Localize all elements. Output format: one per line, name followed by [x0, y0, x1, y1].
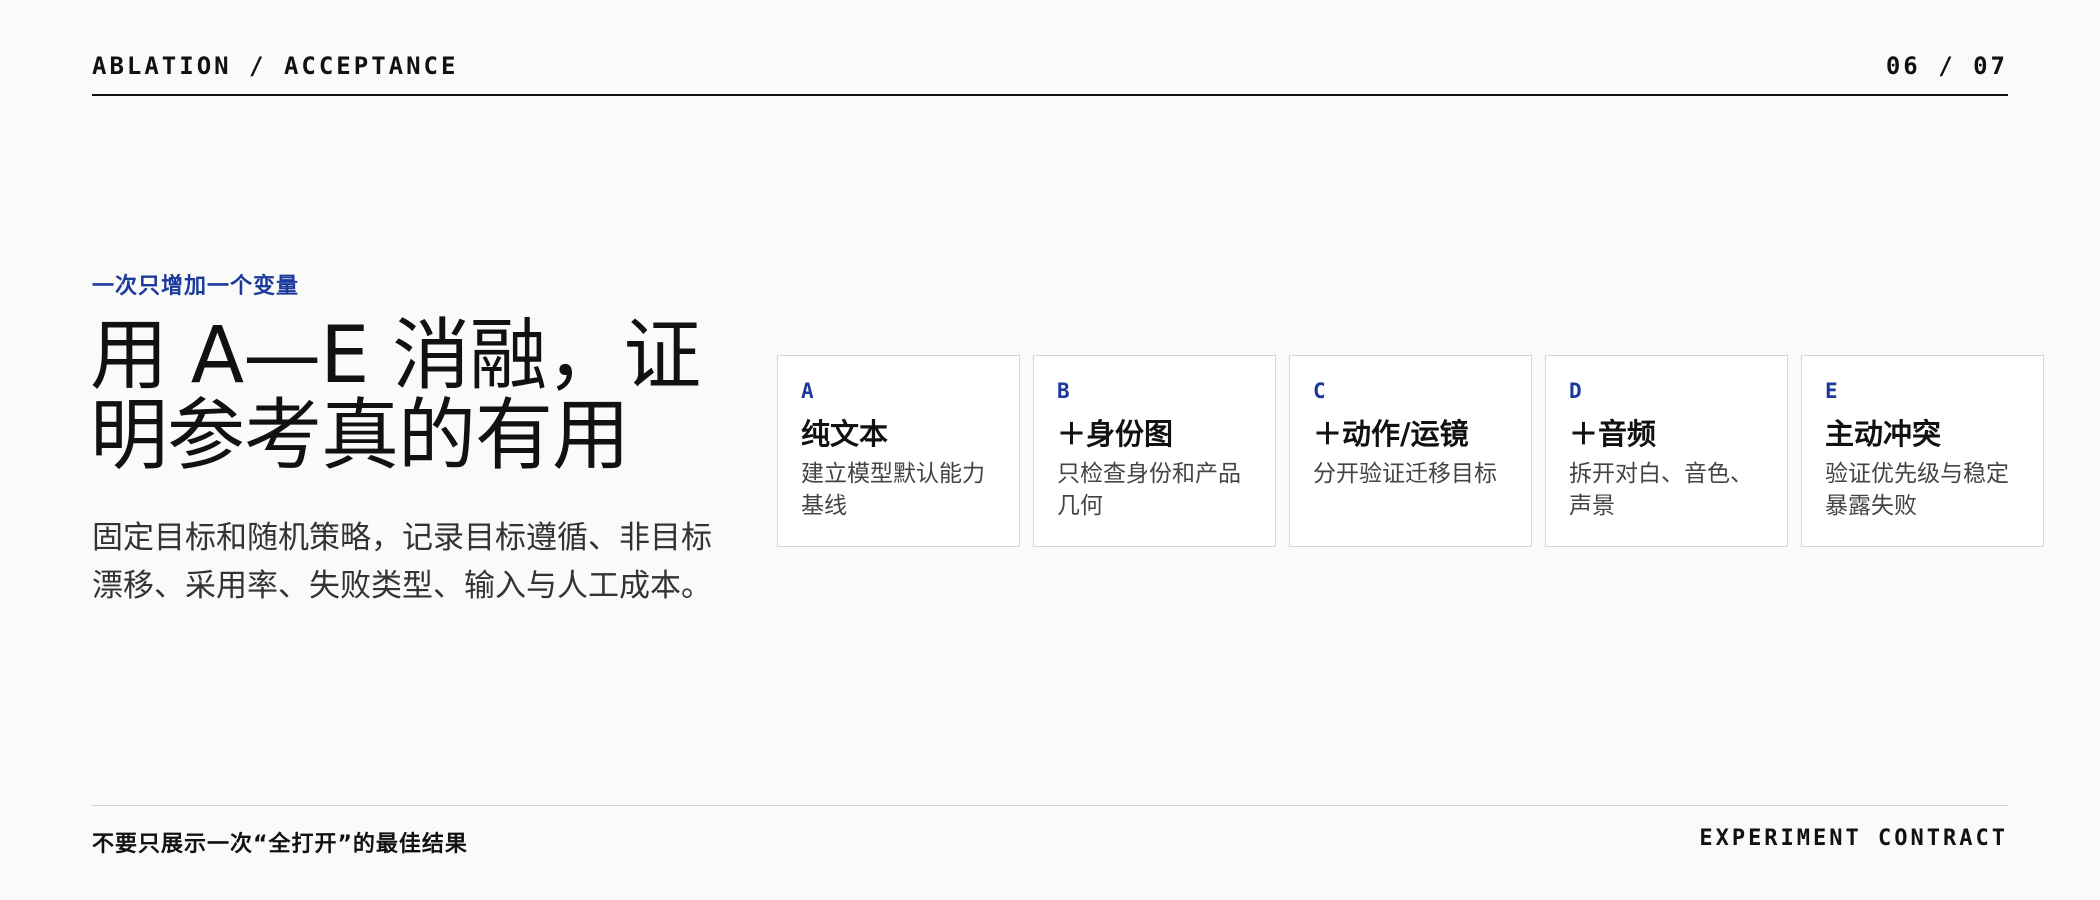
footer-contract-label: EXPERIMENT CONTRACT: [1699, 826, 2008, 851]
lede-paragraph: 固定目标和随机策略，记录目标遵循、非目标漂移、采用率、失败类型、输入与人工成本。: [92, 520, 712, 604]
card-description: 只检查身份和产品几何: [1057, 461, 1241, 519]
card-title: 纯文本: [801, 417, 889, 451]
card-title: ＋动作/运镜: [1313, 417, 1469, 451]
card-title: 主动冲突: [1825, 417, 1942, 451]
card-description: 建立模型默认能力基线: [801, 461, 985, 519]
slide-header: ABLATION / ACCEPTANCE 06 / 07: [92, 50, 2008, 96]
page-title-line-2: 明参考真的有用: [90, 391, 630, 481]
card-title: ＋音频: [1569, 417, 1657, 451]
kicker-label: 一次只增加一个变量: [92, 274, 300, 299]
ablation-card-d: D ＋音频 拆开对白、音色、声景: [1545, 355, 1788, 547]
card-letter: A: [801, 379, 814, 403]
card-letter: B: [1057, 379, 1070, 403]
card-title: ＋身份图: [1057, 417, 1174, 451]
card-letter: E: [1825, 379, 1838, 403]
ablation-cards: A 纯文本 建立模型默认能力基线 B ＋身份图 只检查身份和产品几何 C ＋动作…: [777, 355, 2044, 547]
ablation-card-b: B ＋身份图 只检查身份和产品几何: [1033, 355, 1276, 547]
page-indicator: 06 / 07: [1885, 52, 2008, 80]
ablation-card-a: A 纯文本 建立模型默认能力基线: [777, 355, 1020, 547]
card-letter: D: [1569, 379, 1582, 403]
footer-note: 不要只展示一次“全打开”的最佳结果: [92, 832, 468, 857]
card-letter: C: [1313, 379, 1326, 403]
ablation-card-c: C ＋动作/运镜 分开验证迁移目标: [1289, 355, 1532, 547]
page-title: 用 A—E 消融，证 明参考真的有用: [90, 316, 730, 476]
section-eyebrow: ABLATION / ACCEPTANCE: [92, 52, 459, 80]
card-description: 拆开对白、音色、声景: [1569, 461, 1753, 519]
ablation-card-e: E 主动冲突 验证优先级与稳定暴露失败: [1801, 355, 2044, 547]
card-description: 验证优先级与稳定暴露失败: [1825, 461, 2009, 519]
card-description: 分开验证迁移目标: [1313, 461, 1497, 487]
page-title-line-1: 用 A—E 消融，证: [90, 311, 701, 401]
slide-footer: 不要只展示一次“全打开”的最佳结果 EXPERIMENT CONTRACT: [92, 805, 2008, 857]
